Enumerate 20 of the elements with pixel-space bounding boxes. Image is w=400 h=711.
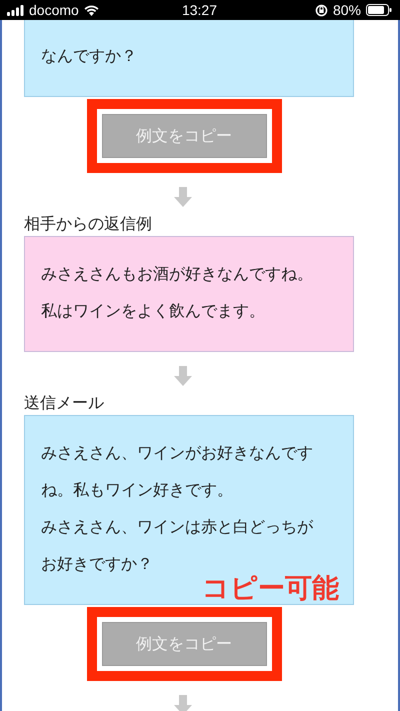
down-arrow-icon xyxy=(174,366,192,386)
battery-icon xyxy=(366,4,392,16)
copy-button[interactable]: 例文をコピー xyxy=(102,622,266,666)
wifi-icon xyxy=(84,4,99,16)
section-heading: 送信メール xyxy=(24,392,105,414)
message-text: みさえさん、ワインがお好きなんですね。私もワイン好きです。 xyxy=(41,443,313,499)
signal-icon xyxy=(7,4,24,16)
message-text: みさえさん、ワインは赤と白どっちがお好きですか？ xyxy=(41,517,313,573)
down-arrow-icon xyxy=(174,695,192,711)
copy-button[interactable]: 例文をコピー xyxy=(102,114,266,158)
clock-time: 13:27 xyxy=(182,2,218,18)
message-text: みさえさんもお酒が好きなんですね。 xyxy=(41,264,313,283)
carrier-name: docomo xyxy=(29,2,79,18)
message-text: なんですか？ xyxy=(41,46,137,65)
down-arrow-icon xyxy=(174,187,192,207)
section-heading: 相手からの返信例 xyxy=(24,213,153,235)
battery-percent: 80% xyxy=(332,2,361,18)
rotation-lock-icon xyxy=(314,4,328,16)
message-text: 私はワインをよく飲んでます。 xyxy=(41,301,265,320)
annotation-label: コピー可能 xyxy=(202,575,339,603)
